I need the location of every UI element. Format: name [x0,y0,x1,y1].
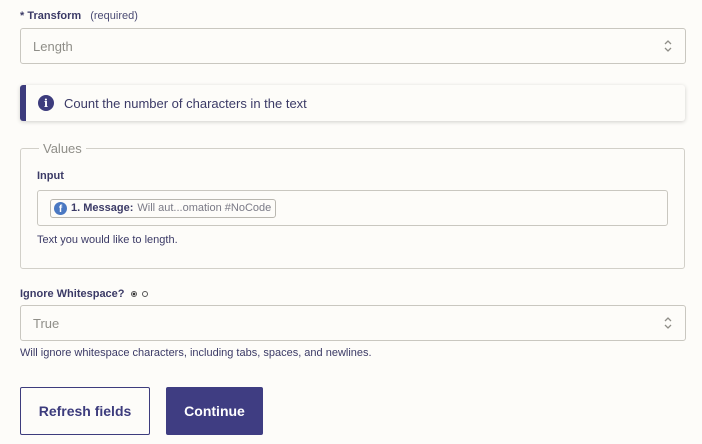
info-text: Count the number of characters in the te… [64,95,307,111]
message-chip[interactable]: f 1. Message: Will aut...omation #NoCode [50,198,277,218]
facebook-icon: f [54,201,67,215]
chip-step-label: 1. Message: [71,202,134,214]
info-icon: i [38,95,54,111]
transform-title: Transform [27,10,82,22]
chip-value: Will aut...omation #NoCode [137,202,272,214]
values-group: Values Input f 1. Message: Will aut...om… [20,141,685,269]
transform-label: * Transform (required) [20,10,138,22]
required-note: (required) [90,10,138,22]
ignore-whitespace-help: Will ignore whitespace characters, inclu… [20,347,372,359]
transform-select-value: Length [33,38,73,54]
refresh-fields-button[interactable]: Refresh fields [20,387,150,435]
select-chevron-icon [664,40,672,52]
input-help-text: Text you would like to length. [37,234,178,246]
ignore-whitespace-label: Ignore Whitespace? [20,288,148,300]
input-label: Input [37,170,64,182]
transform-select[interactable]: Length [20,28,686,64]
values-legend: Values [43,141,82,156]
ignore-whitespace-select[interactable]: True [20,305,686,341]
select-chevron-icon [664,317,672,329]
radio-unselected-icon[interactable] [141,291,148,297]
required-star: * [20,10,25,22]
radio-selected-icon[interactable] [130,291,137,297]
ignore-whitespace-value: True [33,315,60,331]
continue-button[interactable]: Continue [166,387,263,435]
ignore-whitespace-title: Ignore Whitespace? [20,288,125,300]
info-banner: i Count the number of characters in the … [20,85,685,121]
input-field[interactable]: f 1. Message: Will aut...omation #NoCode [37,190,668,226]
